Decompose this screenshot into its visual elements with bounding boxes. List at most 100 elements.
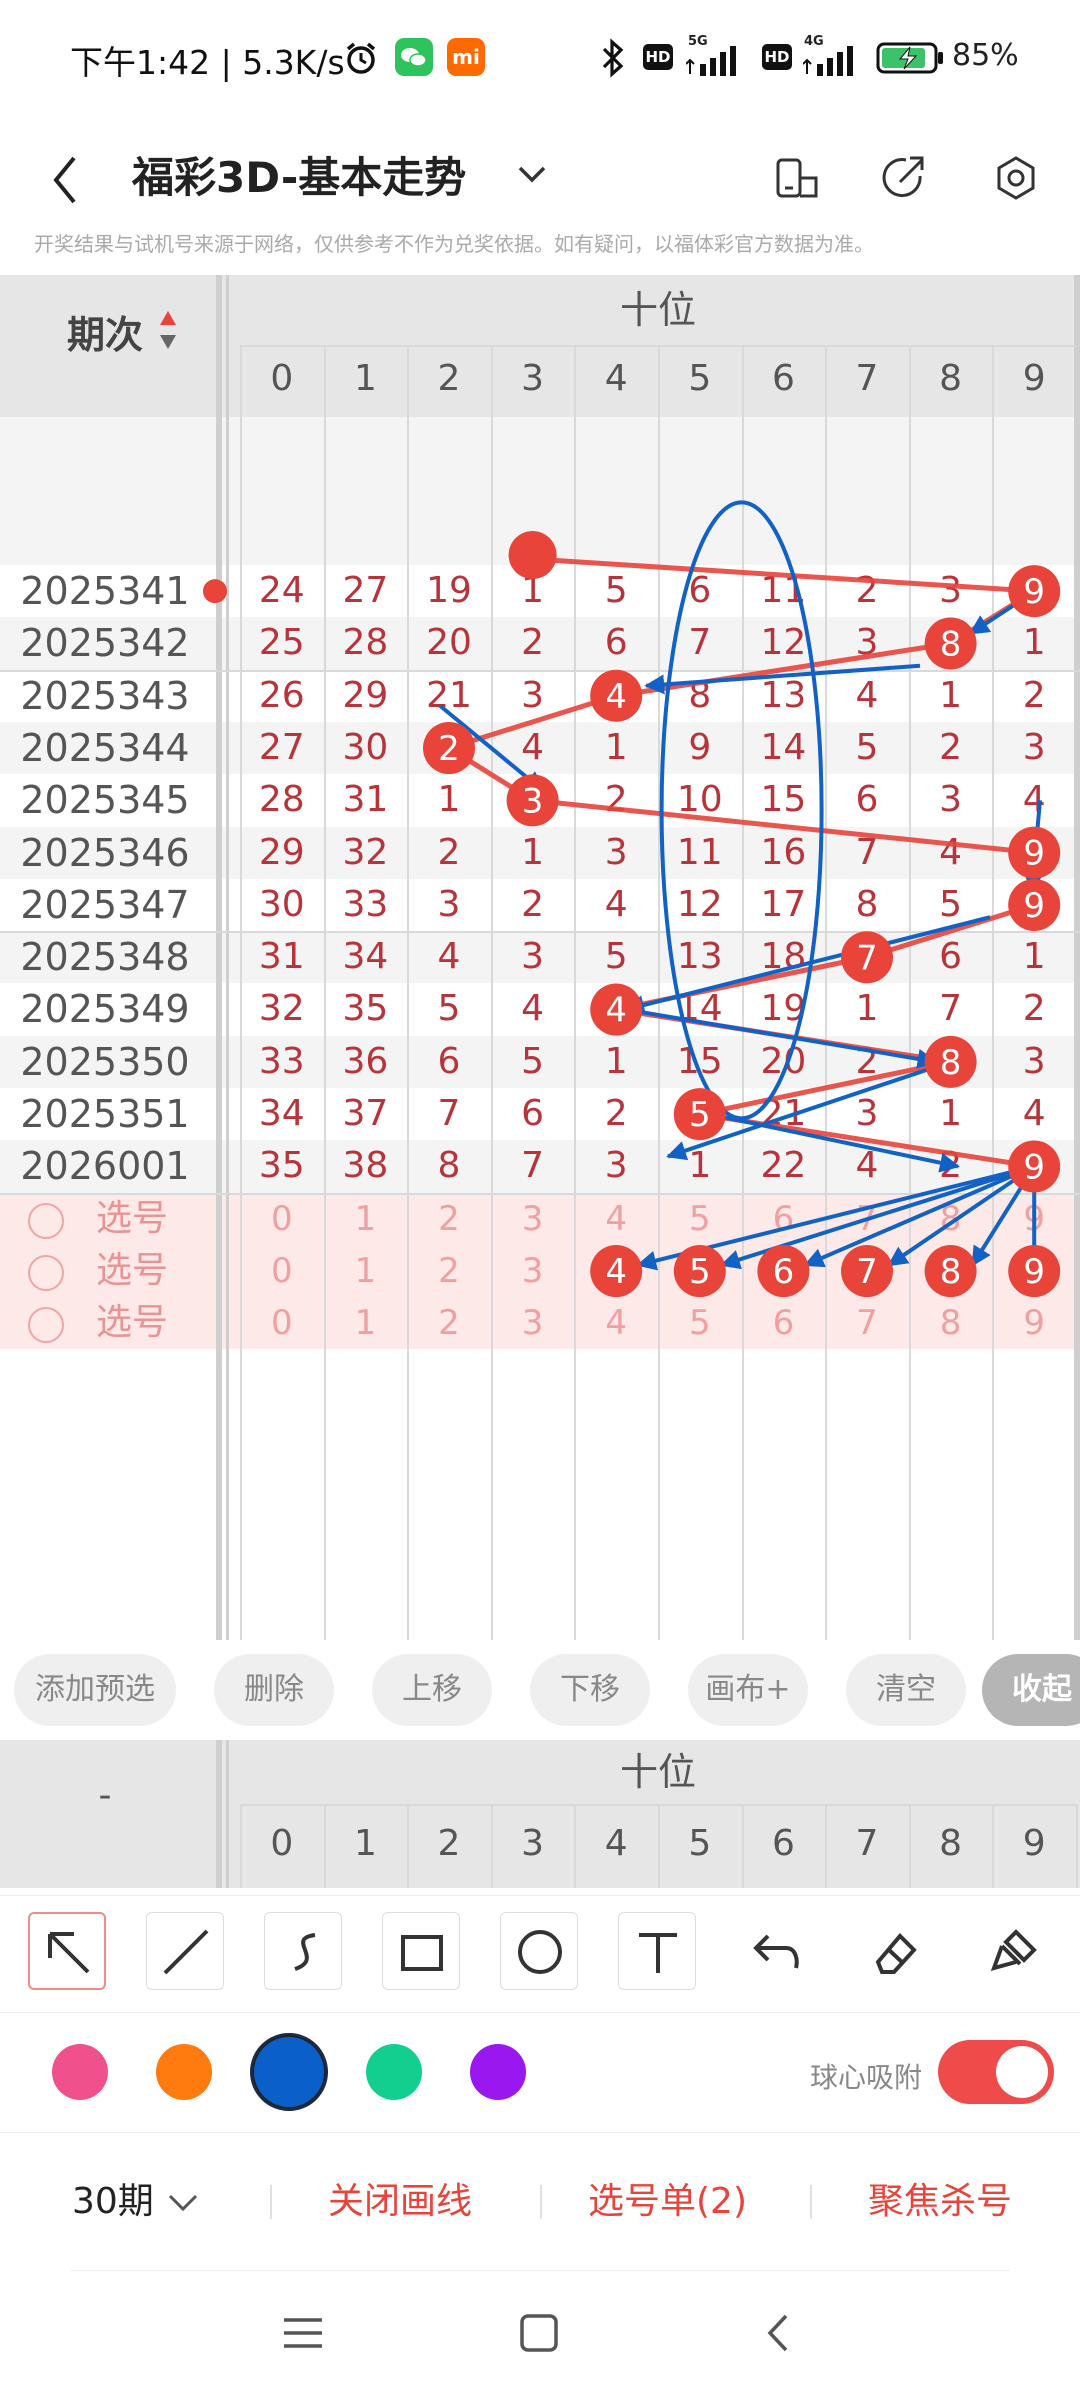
hd-badge-2: HD bbox=[762, 44, 792, 70]
column-line bbox=[323, 1804, 326, 1888]
divider bbox=[540, 2185, 542, 2219]
hit-ball-number: 8 bbox=[940, 624, 962, 664]
snap-toggle[interactable] bbox=[938, 2040, 1054, 2104]
disclaimer-text: 开奖结果与试机号来源于网络，仅供参考不作为兑奖依据。如有疑问，以福体彩官方数据为… bbox=[34, 232, 874, 256]
back-nav-icon[interactable] bbox=[756, 2310, 802, 2356]
circle-tool-icon[interactable] bbox=[500, 1912, 578, 1990]
color-swatch[interactable] bbox=[366, 2044, 422, 2100]
trend-grid: 期次十位012345678920253412427191561123920253… bbox=[0, 275, 1080, 1640]
column-line bbox=[490, 1804, 493, 1888]
close-lines-button[interactable]: 关闭画线 bbox=[328, 2180, 472, 2224]
eraser-icon[interactable] bbox=[856, 1912, 934, 1990]
share-icon[interactable] bbox=[864, 138, 944, 218]
line-tool-icon[interactable] bbox=[146, 1912, 224, 1990]
column-line bbox=[1076, 1804, 1078, 1888]
undo-icon[interactable] bbox=[738, 1912, 816, 1990]
clear-button[interactable]: 清空 bbox=[846, 1654, 966, 1726]
pick-list-button[interactable]: 选号单(2) bbox=[588, 2180, 747, 2224]
color-swatch[interactable] bbox=[250, 2033, 328, 2111]
chevron-down-icon[interactable] bbox=[512, 154, 552, 194]
selected-pick-number: 7 bbox=[856, 1252, 878, 1292]
column-line bbox=[992, 1804, 995, 1888]
status-bar: 下午1:42 | 5.3K/s mi HD 5G HD 4G 85% bbox=[0, 0, 1080, 110]
hit-ball-number: 3 bbox=[522, 781, 544, 821]
digit-header-2: 2 bbox=[437, 1823, 461, 1864]
clear-brush-icon[interactable] bbox=[976, 1912, 1054, 1990]
rectangle-tool-icon[interactable] bbox=[382, 1912, 460, 1990]
home-icon[interactable] bbox=[516, 2310, 562, 2356]
digit-header-2: 9 bbox=[1022, 1823, 1046, 1864]
alarm-icon bbox=[346, 42, 376, 74]
digit-header-2: 5 bbox=[688, 1823, 712, 1864]
hit-ball-number: 4 bbox=[605, 991, 627, 1031]
digit-header-2: 8 bbox=[939, 1823, 963, 1864]
selected-pick-number: 8 bbox=[940, 1252, 962, 1292]
digit-header-2: 6 bbox=[771, 1823, 795, 1864]
selected-pick-number: 6 bbox=[773, 1252, 795, 1292]
column-line bbox=[574, 1804, 577, 1888]
divider bbox=[0, 2132, 1080, 2133]
back-icon[interactable] bbox=[46, 150, 86, 210]
color-swatch[interactable] bbox=[156, 2044, 212, 2100]
hit-ball-number: 9 bbox=[1023, 834, 1045, 874]
layout-icon[interactable] bbox=[758, 138, 838, 218]
ellipse-annotation bbox=[659, 500, 824, 1121]
focus-kill-button[interactable]: 聚焦杀号 bbox=[868, 2180, 1012, 2224]
4g-signal-icon bbox=[803, 46, 853, 76]
digit-header-2: 7 bbox=[855, 1823, 879, 1864]
canvas-plus-button[interactable]: 画布+ bbox=[688, 1654, 808, 1726]
arrow-annotation bbox=[625, 1007, 938, 1069]
selected-pick-number: 5 bbox=[689, 1252, 711, 1292]
hit-ball-number: 9 bbox=[1023, 886, 1045, 926]
column-line bbox=[741, 1804, 744, 1888]
hit-ball bbox=[508, 531, 557, 579]
column-line bbox=[240, 1804, 242, 1888]
column-line bbox=[825, 1804, 828, 1888]
settings-icon[interactable] bbox=[976, 138, 1056, 218]
row-line bbox=[240, 1804, 1076, 1806]
curve-tool-icon[interactable] bbox=[264, 1912, 342, 1990]
hit-ball bbox=[203, 579, 227, 604]
text-tool-icon[interactable] bbox=[618, 1912, 696, 1990]
digit-header-2: 3 bbox=[521, 1823, 545, 1864]
digit-header-2: 1 bbox=[353, 1823, 377, 1864]
wechat-icon bbox=[395, 38, 433, 76]
bluetooth-icon bbox=[602, 38, 624, 78]
column-line bbox=[407, 1804, 410, 1888]
hit-ball-number: 9 bbox=[1023, 572, 1045, 612]
trend-line-segment bbox=[699, 1059, 952, 1117]
trend-line-segment bbox=[532, 556, 1035, 594]
period-selector[interactable]: 30期 bbox=[72, 2180, 154, 2224]
period-header-2: - bbox=[98, 1775, 112, 1816]
collapse-button[interactable]: 收起 bbox=[982, 1654, 1080, 1726]
page-title[interactable]: 福彩3D-基本走势 bbox=[132, 144, 466, 205]
selected-pick-number: 4 bbox=[605, 1252, 627, 1292]
column-line bbox=[908, 1804, 911, 1888]
arrow-annotation bbox=[968, 599, 1022, 636]
5g-signal-icon bbox=[686, 46, 736, 76]
digit-header-2: 4 bbox=[604, 1823, 628, 1864]
arrow-annotation bbox=[709, 1112, 960, 1173]
battery-percent: 85% bbox=[952, 38, 1019, 73]
add-preselect-button[interactable]: 添加预选 bbox=[14, 1654, 176, 1726]
period-divider bbox=[226, 1740, 229, 1888]
hit-ball-number: 5 bbox=[689, 1095, 711, 1135]
hit-ball-number: 8 bbox=[940, 1043, 962, 1083]
secondary-header: - 十位 0 1 2 3 4 5 6 7 8 9 bbox=[0, 1740, 1080, 1888]
delete-button[interactable]: 删除 bbox=[214, 1654, 334, 1726]
color-swatch[interactable] bbox=[470, 2044, 526, 2100]
color-swatch[interactable] bbox=[52, 2044, 108, 2100]
arrow-tool-icon[interactable] bbox=[28, 1912, 106, 1990]
hd-badge: HD bbox=[643, 44, 673, 70]
trend-line-segment bbox=[448, 693, 617, 751]
trend-line-segment bbox=[532, 797, 1035, 856]
chevron-down-icon[interactable] bbox=[166, 2190, 200, 2216]
hit-ball-number: 7 bbox=[856, 938, 878, 978]
move-up-button[interactable]: 上移 bbox=[372, 1654, 492, 1726]
move-down-button[interactable]: 下移 bbox=[530, 1654, 650, 1726]
arrow-annotation bbox=[624, 915, 991, 1015]
divider bbox=[70, 2270, 1010, 2271]
period-divider bbox=[216, 1740, 222, 1888]
trend-line-segment bbox=[866, 902, 1035, 960]
menu-icon[interactable] bbox=[280, 2310, 326, 2356]
